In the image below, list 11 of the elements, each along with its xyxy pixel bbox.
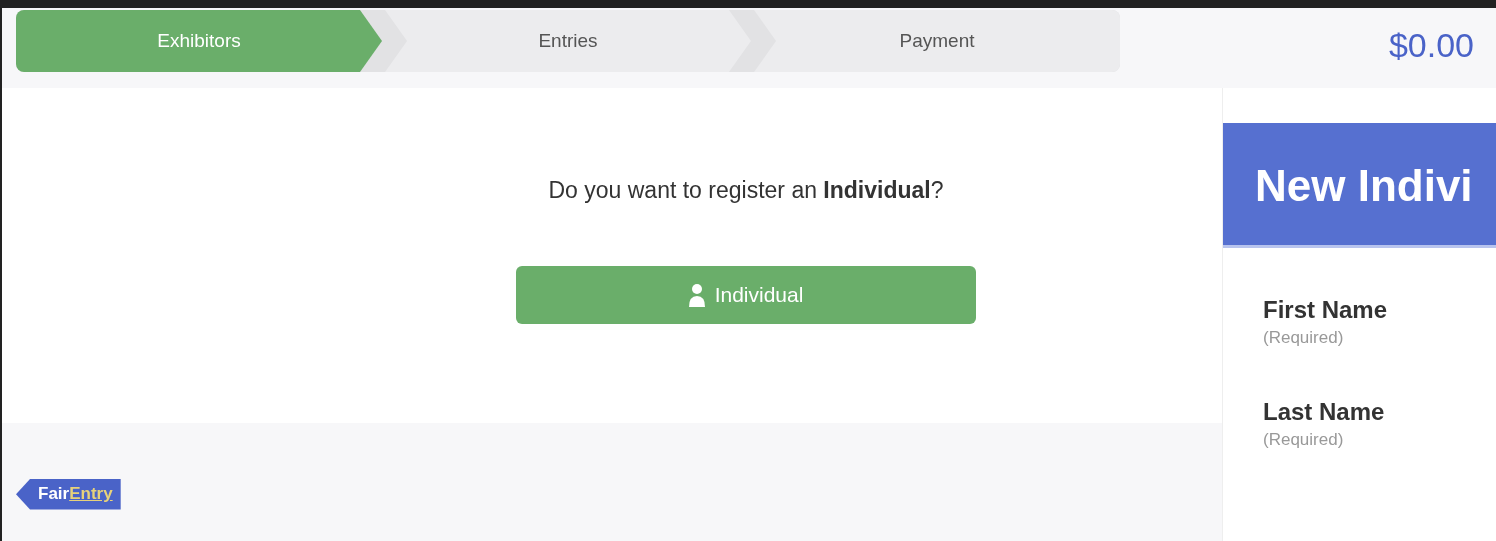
logo: FairEntry (16, 479, 121, 510)
required-hint: (Required) (1263, 429, 1345, 452)
field-label: Last Name (1263, 398, 1386, 428)
field-label: First Name (1263, 296, 1389, 325)
step-tab[interactable]: Entries (385, 10, 751, 72)
panel-title: New Indivi (1223, 123, 1496, 248)
step-tab[interactable]: Payment (754, 10, 1120, 72)
register-question: Do you want to register an Individual? (548, 176, 944, 205)
cart-total: $0.00 (1388, 25, 1474, 66)
person-icon (688, 282, 705, 307)
required-hint: (Required) (1263, 326, 1345, 349)
